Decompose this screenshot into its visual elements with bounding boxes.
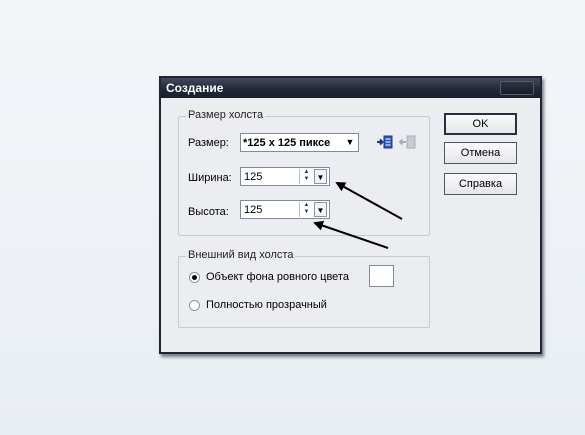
height-slider-button[interactable]: ▼ [314,202,327,217]
spin-down-icon[interactable]: ▼ [300,176,313,183]
remove-preset-icon[interactable] [398,134,417,153]
cancel-button[interactable]: Отмена [444,142,517,164]
transparent-label[interactable]: Полностью прозрачный [206,299,327,311]
canvas-size-group-title: Размер холста [186,109,266,121]
size-preset-select[interactable]: *125 x 125 пиксе ▼ [240,133,359,152]
height-value: 125 [244,204,263,216]
dropdown-arrow-icon[interactable]: ▼ [344,136,356,149]
transparent-radio[interactable] [189,300,200,311]
size-label: Размер: [188,137,229,149]
height-label: Высота: [188,206,229,218]
canvas-appearance-group-title: Внешний вид холста [186,249,296,261]
ok-button[interactable]: OK [444,113,517,135]
spin-up-icon[interactable]: ▲ [300,169,313,176]
titlebar-close-button[interactable] [500,81,534,95]
background-color-swatch[interactable] [369,265,394,287]
width-label: Ширина: [188,172,232,184]
height-spinner[interactable]: ▲ ▼ [299,202,313,217]
dialog-title: Создание [166,81,224,95]
spin-down-icon[interactable]: ▼ [300,209,313,216]
new-image-dialog: Создание Размер холста Размер: *125 x 12… [159,76,542,354]
help-button[interactable]: Справка [444,173,517,195]
width-value: 125 [244,171,263,183]
titlebar: Создание [161,78,540,98]
solid-background-label[interactable]: Объект фона ровного цвета [206,271,349,283]
solid-background-radio[interactable] [189,272,200,283]
height-field[interactable]: 125 ▲ ▼ ▼ [240,200,330,219]
size-preset-value: *125 x 125 пиксе [243,137,331,149]
spin-up-icon[interactable]: ▲ [300,202,313,209]
width-field[interactable]: 125 ▲ ▼ ▼ [240,167,330,186]
add-preset-icon[interactable] [376,134,394,153]
width-slider-button[interactable]: ▼ [314,169,327,184]
width-spinner[interactable]: ▲ ▼ [299,169,313,184]
